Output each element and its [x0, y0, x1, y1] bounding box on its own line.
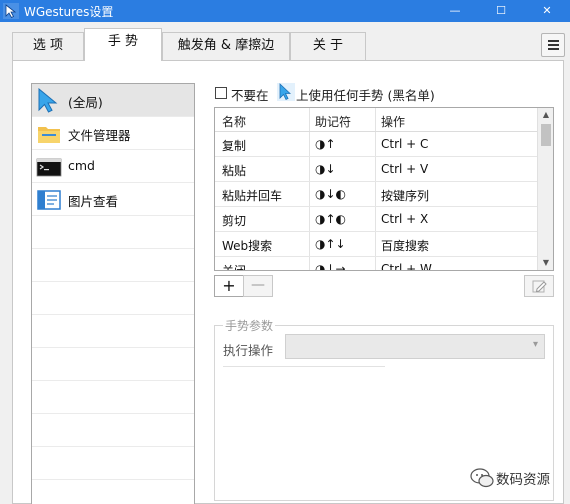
gesture-mnemonic: ◑↑↓ — [315, 237, 346, 251]
blacklist-checkbox[interactable] — [215, 87, 227, 99]
gesture-name: 关闭 — [222, 264, 247, 271]
menu-icon — [548, 40, 559, 42]
scroll-up-icon[interactable]: ▲ — [538, 108, 553, 122]
blacklist-text-after: 上使用任何手势 (黑名单) — [296, 88, 435, 103]
add-gesture-button[interactable]: + — [214, 275, 244, 297]
folder-icon — [38, 127, 60, 143]
tab-corners-edges[interactable]: 触发角 & 摩擦边 — [162, 32, 290, 60]
divider — [223, 366, 385, 367]
list-item — [32, 216, 194, 249]
exec-action-label: 执行操作 — [223, 343, 274, 358]
gesture-mnemonic: ◑↓ — [315, 162, 336, 176]
gesture-params-legend: 手势参数 — [223, 317, 276, 334]
gestures-panel: (全局) 文件管理器 cmd 图片查看 不要在 上使用任何手势 (黑名单) 名称… — [12, 60, 564, 504]
gesture-action: Ctrl + C — [381, 137, 429, 151]
minimize-button[interactable]: — — [432, 0, 478, 22]
app-item-image-viewer[interactable]: 图片查看 — [32, 183, 194, 216]
gesture-mnemonic: ◑↓◐ — [315, 187, 346, 201]
title-bar: WGestures设置 — ☐ ✕ — [0, 0, 570, 22]
column-header-name[interactable]: 名称 — [222, 113, 246, 130]
app-item-cmd[interactable]: cmd — [32, 150, 194, 183]
scroll-down-icon[interactable]: ▼ — [538, 256, 553, 270]
list-item — [32, 348, 194, 381]
app-item-label: 图片查看 — [68, 194, 119, 209]
exec-action-select[interactable]: ▾ — [285, 334, 545, 359]
app-item-global[interactable]: (全局) — [32, 84, 194, 117]
gesture-action: Ctrl + V — [381, 162, 429, 176]
cursor-picker-icon[interactable] — [277, 83, 295, 101]
list-item — [32, 414, 194, 447]
close-button[interactable]: ✕ — [524, 0, 570, 22]
list-item — [32, 381, 194, 414]
blacklist-text-before: 不要在 — [231, 88, 269, 103]
table-row[interactable]: 粘贴 ◑↓ Ctrl + V — [215, 157, 537, 182]
blacklist-option: 不要在 上使用任何手势 (黑名单) — [215, 83, 555, 103]
app-icon — [3, 3, 19, 19]
list-item — [32, 282, 194, 315]
gesture-name: 剪切 — [222, 214, 247, 228]
gesture-action: Ctrl + W — [381, 262, 432, 271]
gesture-mnemonic: ◑↓→ — [315, 262, 346, 271]
column-header-action[interactable]: 操作 — [381, 113, 405, 130]
table-row[interactable]: 剪切 ◑↑◐ Ctrl + X — [215, 207, 537, 232]
table-row[interactable]: 复制 ◑↑ Ctrl + C — [215, 132, 537, 157]
list-item — [32, 315, 194, 348]
gesture-table[interactable]: 名称 助记符 操作 复制 ◑↑ Ctrl + C 粘贴 ◑↓ Ctrl + V … — [214, 107, 554, 271]
table-row[interactable]: 粘贴并回车 ◑↓◐ 按键序列 — [215, 182, 537, 207]
cursor-icon — [38, 88, 58, 113]
app-item-label: 文件管理器 — [68, 128, 131, 143]
app-item-file-manager[interactable]: 文件管理器 — [32, 117, 194, 150]
tab-about[interactable]: 关 于 — [290, 32, 366, 60]
app-item-label: (全局) — [68, 95, 103, 110]
window-title: WGestures设置 — [24, 5, 114, 19]
gesture-mnemonic: ◑↑◐ — [315, 212, 346, 226]
remove-gesture-button[interactable]: — — [243, 275, 273, 297]
tab-gestures[interactable]: 手 势 — [84, 28, 162, 61]
list-item — [32, 480, 194, 504]
maximize-button[interactable]: ☐ — [478, 0, 524, 22]
app-list[interactable]: (全局) 文件管理器 cmd 图片查看 — [31, 83, 195, 504]
tab-strip: 选 项 手 势 触发角 & 摩擦边 关 于 — [0, 22, 570, 62]
app-item-label: cmd — [68, 158, 95, 173]
gesture-action: 按键序列 — [381, 189, 430, 203]
menu-button[interactable] — [541, 33, 565, 57]
table-row[interactable]: Web搜索 ◑↑↓ 百度搜索 — [215, 232, 537, 257]
tab-options[interactable]: 选 项 — [12, 32, 84, 60]
gesture-action: 百度搜索 — [381, 239, 430, 253]
table-header: 名称 助记符 操作 — [215, 108, 537, 132]
list-item — [32, 447, 194, 480]
chevron-down-icon: ▾ — [532, 339, 538, 350]
gesture-name: 粘贴并回车 — [222, 189, 283, 203]
gesture-action: Ctrl + X — [381, 212, 429, 226]
gesture-name: 复制 — [222, 139, 247, 153]
gesture-name: 粘贴 — [222, 164, 247, 178]
gesture-mnemonic: ◑↑ — [315, 137, 336, 151]
gesture-name: Web搜索 — [222, 239, 273, 253]
table-row[interactable]: 关闭 ◑↓→ Ctrl + W — [215, 257, 537, 271]
watermark: 数码资源 — [470, 466, 570, 490]
list-item — [32, 249, 194, 282]
edit-gesture-button[interactable] — [524, 275, 554, 297]
pencil-icon — [532, 280, 547, 293]
table-scrollbar[interactable]: ▲ ▼ — [537, 108, 553, 270]
chat-bubble-icon — [470, 468, 494, 488]
image-viewer-icon — [37, 190, 61, 210]
scroll-thumb[interactable] — [541, 124, 551, 146]
column-header-mnemonic[interactable]: 助记符 — [315, 113, 351, 130]
terminal-icon — [36, 158, 62, 177]
watermark-text: 数码资源 — [496, 472, 550, 488]
